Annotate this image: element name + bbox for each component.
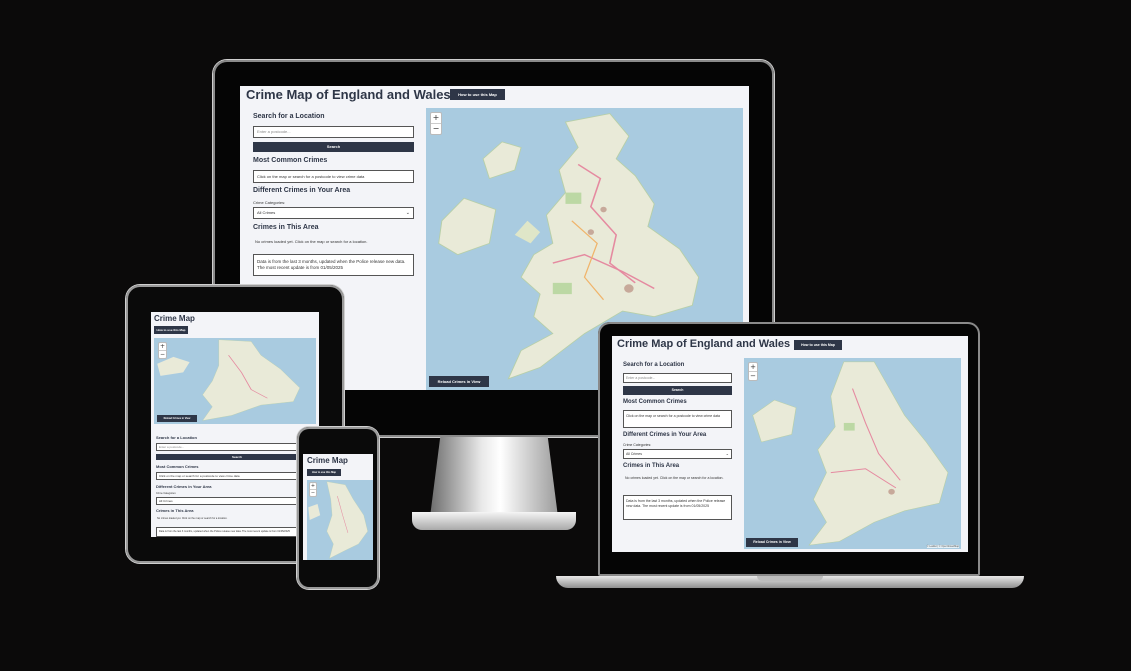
how-to-use-button[interactable]: How to use this Map: [450, 89, 505, 100]
categories-label: Crime Categories:: [156, 492, 177, 495]
page-title: Crime Map of England and Wales: [617, 338, 791, 350]
search-heading: Search for a Location: [253, 113, 325, 120]
crimes-in-area-heading: Crimes in This Area: [623, 463, 680, 469]
phone-screen: Crime Map How to use this Map + −: [303, 454, 373, 560]
zoom-out-button[interactable]: −: [749, 371, 757, 380]
common-crimes-heading: Most Common Crimes: [253, 157, 328, 164]
laptop-notch: [757, 576, 823, 581]
monitor-stand-base: [412, 512, 576, 530]
crimes-in-area-heading: Crimes in This Area: [156, 508, 194, 513]
zoom-control: + −: [748, 362, 758, 381]
page-title-short: Crime Map: [154, 314, 195, 323]
categories-label: Crime Categories:: [623, 443, 652, 447]
zoom-out-button[interactable]: −: [159, 350, 166, 358]
category-select[interactable]: All Crimes ⌄: [623, 449, 732, 459]
search-input[interactable]: Enter a postcode...: [253, 126, 414, 138]
crime-map[interactable]: + − Reload Crimes in View: [154, 338, 316, 424]
zoom-in-button[interactable]: +: [749, 363, 757, 371]
common-crimes-box: Click on the map or search for a postcod…: [253, 170, 414, 183]
search-input[interactable]: Enter a postcode...: [156, 443, 318, 451]
how-to-use-button[interactable]: How to use this Map: [154, 326, 188, 334]
zoom-out-button[interactable]: −: [431, 123, 441, 134]
common-crimes-box: Click on the map or search for a postcod…: [156, 472, 318, 480]
search-input[interactable]: Enter a postcode...: [623, 373, 732, 383]
info-box: Data is from the last 3 months, updated …: [253, 254, 414, 276]
tablet-screen: Crime Map How to use this Map + − Reload…: [151, 312, 319, 537]
different-crimes-heading: Different Crimes in Your Area: [623, 432, 707, 438]
page-title: Crime Map of England and Wales: [246, 87, 451, 102]
category-select-value: All Crimes: [626, 452, 642, 456]
common-crimes-heading: Most Common Crimes: [156, 464, 199, 469]
zoom-control: + −: [430, 112, 442, 135]
different-crimes-heading: Different Crimes in Your Area: [156, 484, 212, 489]
reload-crimes-button[interactable]: Reload Crimes in View: [157, 415, 197, 422]
crimes-in-area-heading: Crimes in This Area: [253, 224, 319, 231]
crime-map[interactable]: + −: [307, 480, 373, 560]
map-tiles: [157, 339, 301, 421]
search-button[interactable]: Search: [156, 454, 318, 460]
category-select-value: All Crimes: [257, 210, 276, 215]
reload-crimes-button[interactable]: Reload Crimes in View: [429, 376, 489, 387]
zoom-control: + −: [158, 342, 167, 359]
common-crimes-heading: Most Common Crimes: [623, 399, 687, 405]
page-title-short: Crime Map: [307, 456, 348, 465]
no-crimes-text: No crimes loaded yet. Click on the map o…: [625, 476, 724, 480]
map-attribution: © Leaflet | © OpenStreetMap: [926, 545, 959, 548]
common-crimes-box: Click on the map or search for a postcod…: [623, 410, 732, 428]
info-box: Data is from the last 3 months, updated …: [156, 527, 318, 537]
chevron-down-icon: ⌄: [725, 451, 729, 456]
search-button[interactable]: Search: [623, 386, 732, 395]
monitor-stand: [430, 437, 558, 517]
category-select[interactable]: All Crimes ⌄: [253, 207, 414, 219]
no-crimes-text: No crimes loaded yet. Click on the map o…: [255, 239, 368, 244]
map-tiles: [752, 361, 949, 546]
different-crimes-heading: Different Crimes in Your Area: [253, 187, 351, 194]
category-select[interactable]: All Crimes: [156, 497, 318, 505]
crime-map[interactable]: + − Reload Crimes in View © Leaflet | © …: [744, 358, 961, 549]
chevron-down-icon: ⌄: [405, 210, 410, 216]
zoom-control: + −: [309, 482, 317, 497]
no-crimes-text: No crimes loaded yet. Click on the map o…: [157, 517, 228, 520]
info-box: Data is from the last 3 months, updated …: [623, 495, 732, 520]
reload-crimes-button[interactable]: Reload Crimes in View: [746, 538, 798, 547]
search-heading: Search for a Location: [623, 362, 685, 368]
zoom-out-button[interactable]: −: [310, 489, 316, 496]
search-button[interactable]: Search: [253, 142, 414, 152]
search-heading: Search for a Location: [156, 435, 197, 440]
categories-label: Crime Categories:: [253, 200, 286, 205]
zoom-in-button[interactable]: +: [431, 113, 441, 123]
laptop-screen: Crime Map of England and Wales How to us…: [612, 336, 968, 552]
zoom-in-button[interactable]: +: [159, 343, 166, 350]
how-to-use-button[interactable]: How to use this Map: [794, 340, 842, 350]
how-to-use-button[interactable]: How to use this Map: [307, 469, 341, 476]
